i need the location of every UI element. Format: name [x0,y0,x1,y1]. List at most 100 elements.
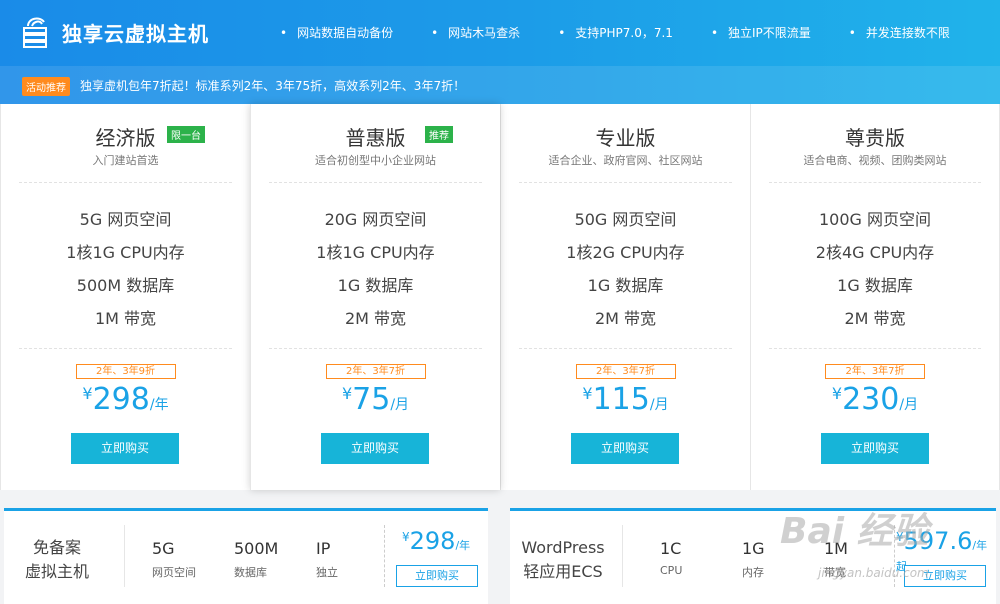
plan-subtitle: 适合初创型中小企业网站 [315,154,436,167]
card-title-line: 轻应用ECS [523,562,603,581]
currency-symbol: ¥ [402,530,410,544]
discount-badge: 2年、3年7折 [575,364,676,379]
mini-spec-value: 5G [152,539,175,558]
mini-spec-value: 1C [660,539,682,558]
plan-spec: 2M 带宽 [594,309,657,328]
discount-badge: 2年、3年9折 [75,364,176,379]
divider [622,525,623,587]
plan-spec: 2核4G CPU内存 [815,243,935,262]
mini-spec-label: 内存 [742,566,764,579]
header-banner: 独享云虚拟主机 网站数据自动备份 网站木马查杀 支持PHP7.0，7.1 独立I… [0,0,1000,104]
card-title-line: 免备案 [32,538,81,557]
divider [19,182,232,183]
buy-button-professional[interactable]: 立即购买 [571,433,679,464]
buy-button-economy[interactable]: 立即购买 [71,433,179,464]
divider [19,348,232,349]
plan-spec: 1核1G CPU内存 [66,243,185,262]
plan-card-professional: 专业版 适合企业、政府官网、社区网站 50G 网页空间 1核2G CPU内存 1… [500,104,750,490]
feature-item: 网站木马查杀 [431,24,520,41]
mini-spec-value: 1G [742,539,765,558]
plan-spec: 1G 数据库 [337,276,414,295]
plan-price: ¥230/月 [751,382,999,417]
baidu-watermark: Bai 经验 [780,511,929,552]
price-value: 115 [592,382,650,417]
plan-spec: 2M 带宽 [344,309,407,328]
plan-badge: 推荐 [425,126,453,143]
price-unit: /年 [455,539,471,552]
plan-spec: 1G 数据库 [837,276,913,295]
mini-spec-value: IP [316,539,331,558]
plan-name: 专业版 [595,126,656,150]
baidu-watermark-url: jingyan.baidu.com [818,566,929,580]
discount-badge: 2年、3年7折 [825,364,925,379]
buy-button-standard[interactable]: 立即购买 [321,433,429,464]
plan-spec: 1G 数据库 [587,276,664,295]
plan-card-premium: 尊贵版 适合电商、视频、团购类网站 100G 网页空间 2核4G CPU内存 1… [750,104,1000,490]
plan-spec: 1M 带宽 [94,309,157,328]
price-value: 298 [92,382,150,417]
price-unit: /年 [149,397,169,413]
plan-subtitle: 适合电商、视频、团购类网站 [803,154,947,167]
currency-symbol: ¥ [831,384,843,403]
divider [519,348,732,349]
price-unit: /月 [649,397,669,413]
mini-spec: 500M 数据库 [234,539,278,580]
promo-text: 独享虚机包年7折起！标准系列2年、3年75折，高效系列2年、3年7折！ [80,79,466,93]
plan-name: 普惠版 [345,126,406,150]
plan-badge: 限一台 [167,126,205,143]
promo-tag: 活动推荐 [22,77,70,96]
plan-name: 经济版 [95,126,156,150]
mini-spec-label: 独立 [316,566,338,579]
plan-grid: 经济版 限一台 入门建站首选 5G 网页空间 1核1G CPU内存 500M 数… [0,104,1000,490]
plan-spec: 500M 数据库 [76,276,175,295]
feature-item: 支持PHP7.0，7.1 [558,24,673,41]
mini-spec-value: 500M [234,539,279,558]
plan-price: ¥115/月 [501,382,750,417]
divider [269,182,482,183]
mini-spec: IP 独立 [316,539,338,580]
plan-spec: 20G 网页空间 [324,210,427,229]
plan-card-standard: 普惠版 推荐 适合初创型中小企业网站 20G 网页空间 1核1G CPU内存 1… [250,104,500,490]
plan-subtitle: 入门建站首选 [92,154,159,167]
plan-spec: 100G 网页空间 [818,210,932,229]
price-value: 298 [409,527,456,555]
card-price: ¥298/年 [402,527,470,555]
card-title: WordPress 轻应用ECS [510,536,616,584]
divider [519,182,732,183]
mini-spec-label: CPU [660,564,683,577]
divider [269,348,482,349]
divider [769,348,981,349]
product-card-no-filing-host: 免备案 虚拟主机 5G 网页空间 500M 数据库 IP 独立 ¥298/年 立… [4,508,488,604]
plan-spec: 1核1G CPU内存 [316,243,435,262]
plan-subtitle: 适合企业、政府官网、社区网站 [548,154,703,167]
card-title-line: WordPress [521,538,605,557]
plan-price: ¥75/月 [251,382,500,417]
currency-symbol: ¥ [82,384,93,403]
price-value: 75 [352,382,391,417]
page-title: 独享云虚拟主机 [62,22,209,46]
discount-badge: 2年、3年7折 [325,364,426,379]
card-title: 免备案 虚拟主机 [4,536,110,584]
buy-button-no-filing-host[interactable]: 立即购买 [396,565,478,587]
mini-spec-label: 数据库 [234,566,267,579]
feature-list: 网站数据自动备份 网站木马查杀 支持PHP7.0，7.1 独立IP不限流量 并发… [280,24,988,41]
plan-name: 尊贵版 [845,126,905,150]
plan-card-economy: 经济版 限一台 入门建站首选 5G 网页空间 1核1G CPU内存 500M 数… [0,104,250,490]
plan-spec: 1核2G CPU内存 [566,243,685,262]
price-unit: /月 [390,397,410,413]
plan-price: ¥298/年 [1,382,250,417]
plan-spec: 50G 网页空间 [574,210,677,229]
buy-button-premium[interactable]: 立即购买 [821,433,929,464]
currency-symbol: ¥ [582,384,593,403]
divider [769,182,981,183]
price-value: 230 [842,382,900,417]
mini-spec: 5G 网页空间 [152,539,196,580]
currency-symbol: ¥ [341,384,353,403]
feature-item: 网站数据自动备份 [280,24,393,41]
mini-spec: 1G 内存 [742,539,765,580]
divider [124,525,125,587]
mini-spec-label: 网页空间 [152,566,196,579]
server-logo-icon [23,17,47,48]
price-unit: /月 [899,397,919,413]
feature-item: 并发连接数不限 [849,24,950,41]
